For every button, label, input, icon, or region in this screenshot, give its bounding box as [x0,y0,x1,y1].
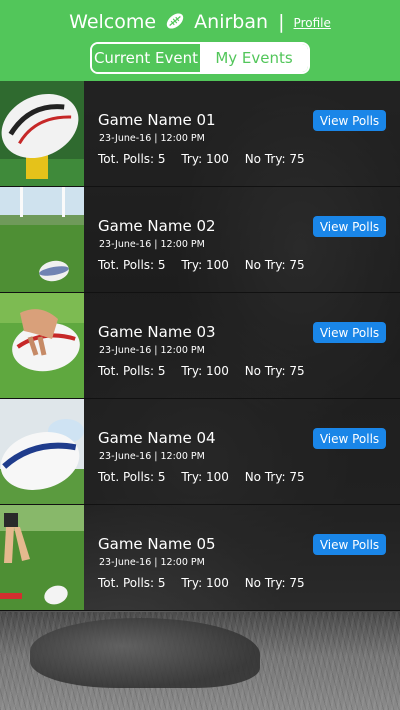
event-stats: Tot. Polls: 5 Try: 100 No Try: 75 [98,364,317,378]
no-try-count: No Try: 75 [244,258,305,272]
event-title: Game Name 01 [98,111,216,129]
total-polls: Tot. Polls: 5 [98,364,166,378]
event-thumbnail [0,399,84,504]
event-row[interactable]: Game Name 04 23-June-16 | 12:00 PM Tot. … [0,399,400,505]
try-count: Try: 100 [181,258,229,272]
event-stats: Tot. Polls: 5 Try: 100 No Try: 75 [98,258,317,272]
event-datetime: 23-June-16 | 12:00 PM [99,345,205,356]
total-polls: Tot. Polls: 5 [98,258,166,272]
event-row[interactable]: Game Name 03 23-June-16 | 12:00 PM Tot. … [0,293,400,399]
event-list: Game Name 01 23-June-16 | 12:00 PM Tot. … [0,81,400,611]
event-thumbnail [0,187,84,292]
event-stats: Tot. Polls: 5 Try: 100 No Try: 75 [98,470,317,484]
event-datetime: 23-June-16 | 12:00 PM [99,451,205,462]
view-polls-button[interactable]: View Polls [313,110,386,131]
view-polls-button[interactable]: View Polls [313,428,386,449]
event-thumbnail [0,81,84,186]
event-row[interactable]: Game Name 02 23-June-16 | 12:00 PM Tot. … [0,187,400,293]
event-row[interactable]: Game Name 05 23-June-16 | 12:00 PM Tot. … [0,505,400,611]
try-count: Try: 100 [181,152,229,166]
view-polls-button[interactable]: View Polls [313,534,386,555]
view-polls-button[interactable]: View Polls [313,322,386,343]
no-try-count: No Try: 75 [244,576,305,590]
profile-link[interactable]: Profile [294,16,331,30]
total-polls: Tot. Polls: 5 [98,576,166,590]
no-try-count: No Try: 75 [244,364,305,378]
event-title: Game Name 02 [98,217,216,235]
event-stats: Tot. Polls: 5 Try: 100 No Try: 75 [98,152,317,166]
event-thumbnail [0,293,84,398]
event-tab-switch: Current Event My Events [90,42,310,74]
event-stats: Tot. Polls: 5 Try: 100 No Try: 75 [98,576,317,590]
event-datetime: 23-June-16 | 12:00 PM [99,133,205,144]
event-datetime: 23-June-16 | 12:00 PM [99,557,205,568]
event-title: Game Name 04 [98,429,216,447]
total-polls: Tot. Polls: 5 [98,152,166,166]
view-polls-button[interactable]: View Polls [313,216,386,237]
tab-my-events[interactable]: My Events [200,44,308,72]
app-screen: Welcome Anirban | Profile Current Event [0,0,400,710]
try-count: Try: 100 [181,576,229,590]
header-separator: | [278,11,285,33]
header-bar: Welcome Anirban | Profile Current Event [0,0,400,81]
total-polls: Tot. Polls: 5 [98,470,166,484]
background-grass-image [0,612,400,710]
tab-current-event[interactable]: Current Event [92,44,200,72]
event-title: Game Name 05 [98,535,216,553]
no-try-count: No Try: 75 [244,470,305,484]
try-count: Try: 100 [181,364,229,378]
user-name: Anirban [194,11,269,33]
background-boot-image [30,618,260,688]
event-thumbnail [0,505,84,610]
try-count: Try: 100 [181,470,229,484]
no-try-count: No Try: 75 [244,152,305,166]
welcome-line: Welcome Anirban | Profile [0,8,400,37]
event-row[interactable]: Game Name 01 23-June-16 | 12:00 PM Tot. … [0,81,400,187]
rugby-ball-icon [164,10,186,32]
welcome-text: Welcome [69,11,157,33]
event-title: Game Name 03 [98,323,216,341]
event-datetime: 23-June-16 | 12:00 PM [99,239,205,250]
